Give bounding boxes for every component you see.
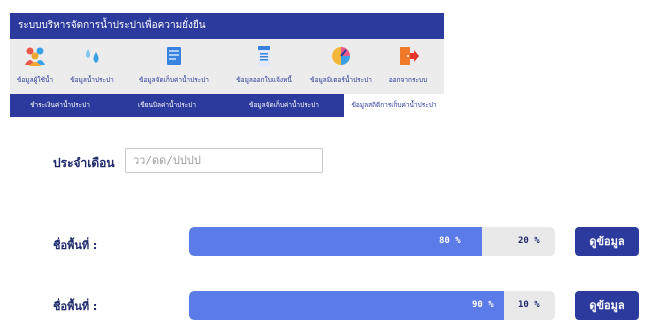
tab-billing[interactable]: เขียนบิลค่าน้ำประปา (114, 94, 220, 117)
toolbar-item-logout[interactable]: ออกจากระบบ (380, 39, 436, 94)
toolbar-item-label: ข้อมูลออกใบแจ้งหนี้ (236, 76, 292, 84)
invoice-icon (253, 45, 275, 67)
month-date-input[interactable] (125, 148, 323, 173)
collected-fill (189, 227, 482, 256)
view-data-button[interactable]: ดูข้อมูล (575, 291, 639, 320)
toolbar-item-label: ข้อมูลมิเตอร์น้ำประปา (310, 76, 372, 84)
remaining-percent: 10 % (518, 300, 540, 310)
area-name-label: ชื่อพื้นที่ : (53, 300, 98, 313)
collection-progress-bar: 80 % 20 % (189, 227, 555, 256)
collected-fill (189, 291, 504, 320)
tab-collection[interactable]: ข้อมูลจัดเก็บค่าน้ำประปา (224, 94, 344, 117)
app-title: ระบบบริหารจัดการน้ำประปาเพื่อความยั่งยืน (18, 20, 206, 31)
toolbar-item-water[interactable]: ข้อมูลน้ำประปา (62, 39, 122, 94)
logout-door-icon (397, 45, 419, 67)
water-drops-icon (81, 45, 103, 67)
document-icon (163, 45, 185, 67)
toolbar-item-invoice[interactable]: ข้อมูลออกใบแจ้งหนี้ (226, 39, 302, 94)
collected-percent: 80 % (439, 236, 461, 246)
collection-progress-bar: 90 % 10 % (189, 291, 555, 320)
area-name-label: ชื่อพื้นที่ : (53, 239, 98, 252)
toolbar-item-collection[interactable]: ข้อมูลจัดเก็บค่าน้ำประปา (124, 39, 224, 94)
toolbar-item-meter[interactable]: ข้อมูลมิเตอร์น้ำประปา (302, 39, 380, 94)
remaining-percent: 20 % (518, 236, 540, 246)
view-data-button[interactable]: ดูข้อมูล (575, 227, 639, 256)
toolbar-item-label: ข้อมูลผู้ใช้น้ำ (16, 76, 54, 84)
month-label: ประจำเดือน (53, 156, 115, 170)
gauge-icon (330, 45, 352, 67)
tab-statistics[interactable]: ข้อมูลสถิติการเก็บค่าน้ำประปา (344, 94, 444, 117)
toolbar-item-users[interactable]: ข้อมูลผู้ใช้น้ำ (10, 39, 60, 94)
users-icon (24, 45, 46, 67)
main-toolbar: ข้อมูลผู้ใช้น้ำ ข้อมูลน้ำประปา ข้อมูลจัด… (10, 39, 444, 94)
toolbar-item-label: ออกจากระบบ (388, 76, 428, 84)
tab-payment[interactable]: ชำระเงินค่าน้ำประปา (10, 94, 110, 117)
collected-percent: 90 % (472, 300, 494, 310)
toolbar-item-label: ข้อมูลน้ำประปา (70, 76, 114, 84)
app-title-bar: ระบบบริหารจัดการน้ำประปาเพื่อความยั่งยืน (10, 13, 444, 39)
sub-navigation: ชำระเงินค่าน้ำประปา เขียนบิลค่าน้ำประปา … (10, 94, 444, 117)
toolbar-item-label: ข้อมูลจัดเก็บค่าน้ำประปา (139, 76, 209, 84)
